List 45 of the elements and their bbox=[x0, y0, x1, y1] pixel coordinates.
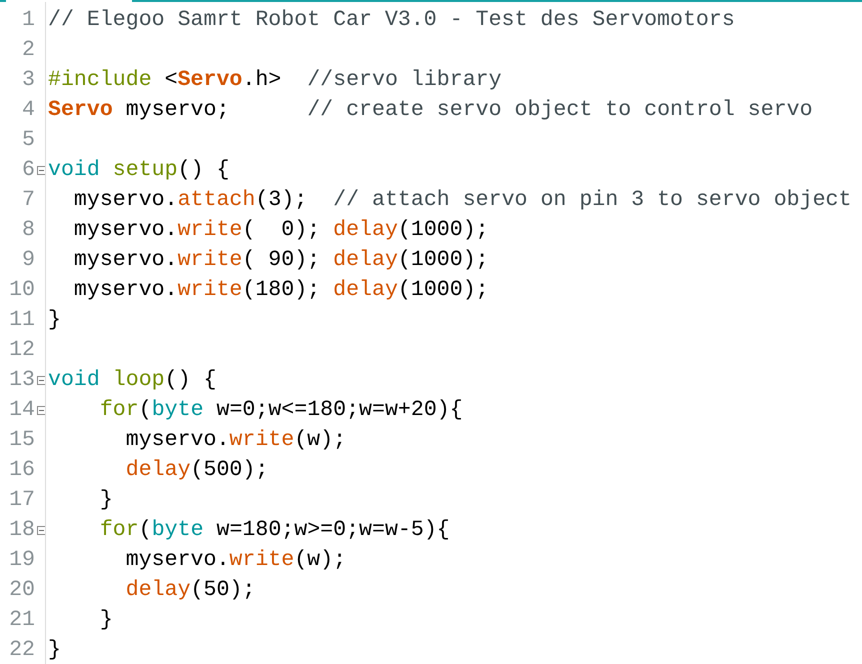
line-number: 11 bbox=[8, 308, 35, 332]
code-line: myservo.write( 90); delay(1000); bbox=[72, 248, 489, 272]
line-number: 10 bbox=[8, 278, 35, 302]
line-number: 20 bbox=[8, 578, 35, 602]
line-number: 15 bbox=[8, 428, 35, 452]
code-line: Servo myservo; // create servo object to control servo bbox=[48, 98, 813, 122]
code-line: // Elegoo Samrt Robot Car V3.0 - Test des Servomotors bbox=[48, 8, 735, 32]
code-line: #include <Servo.h> //servo library bbox=[48, 68, 502, 92]
line-number: 4 bbox=[21, 98, 35, 122]
code-line: for(byte w=180;w>=0;w=w-5){ bbox=[98, 518, 450, 542]
code-line: for(byte w=0;w<=180;w=w+20){ bbox=[98, 398, 463, 422]
line-number: 22 bbox=[8, 638, 35, 662]
line-number: 21 bbox=[8, 608, 35, 632]
line-number: 17 bbox=[8, 488, 35, 512]
code-line: myservo.attach(3); // attach servo on pin 3 to servo object bbox=[72, 188, 852, 212]
line-number: 14 bbox=[8, 398, 35, 422]
line-number: 1 bbox=[21, 8, 35, 32]
line-number: 18 bbox=[8, 518, 35, 542]
line-number: 3 bbox=[21, 68, 35, 92]
code-line: } bbox=[48, 308, 61, 332]
code-line: } bbox=[98, 608, 113, 632]
line-number: 8 bbox=[21, 218, 35, 242]
line-number: 19 bbox=[8, 548, 35, 572]
code-line: delay(50); bbox=[124, 578, 256, 602]
code-line: myservo.write(180); delay(1000); bbox=[72, 278, 489, 302]
line-number: 16 bbox=[8, 458, 35, 482]
collapse-icon[interactable] bbox=[37, 406, 46, 414]
line-number: 5 bbox=[21, 128, 35, 152]
code-line: } bbox=[48, 638, 61, 662]
code-line: void loop() { bbox=[48, 368, 216, 392]
line-number: 13 bbox=[8, 368, 35, 392]
line-number: 7 bbox=[21, 188, 35, 212]
line-number: 6 bbox=[21, 158, 35, 182]
line-number: 2 bbox=[21, 38, 35, 62]
code-line: delay(500); bbox=[124, 458, 268, 482]
code-line: myservo.write( 0); delay(1000); bbox=[72, 218, 489, 242]
code-line: myservo.write(w); bbox=[124, 428, 346, 452]
line-number: 9 bbox=[21, 248, 35, 272]
collapse-icon[interactable] bbox=[37, 376, 46, 384]
code-line: } bbox=[98, 488, 113, 512]
collapse-icon[interactable] bbox=[37, 526, 46, 534]
line-number: 12 bbox=[8, 338, 35, 362]
collapse-icon[interactable] bbox=[37, 166, 46, 174]
code-line: myservo.write(w); bbox=[124, 548, 346, 572]
code-line: void setup() { bbox=[48, 158, 230, 182]
